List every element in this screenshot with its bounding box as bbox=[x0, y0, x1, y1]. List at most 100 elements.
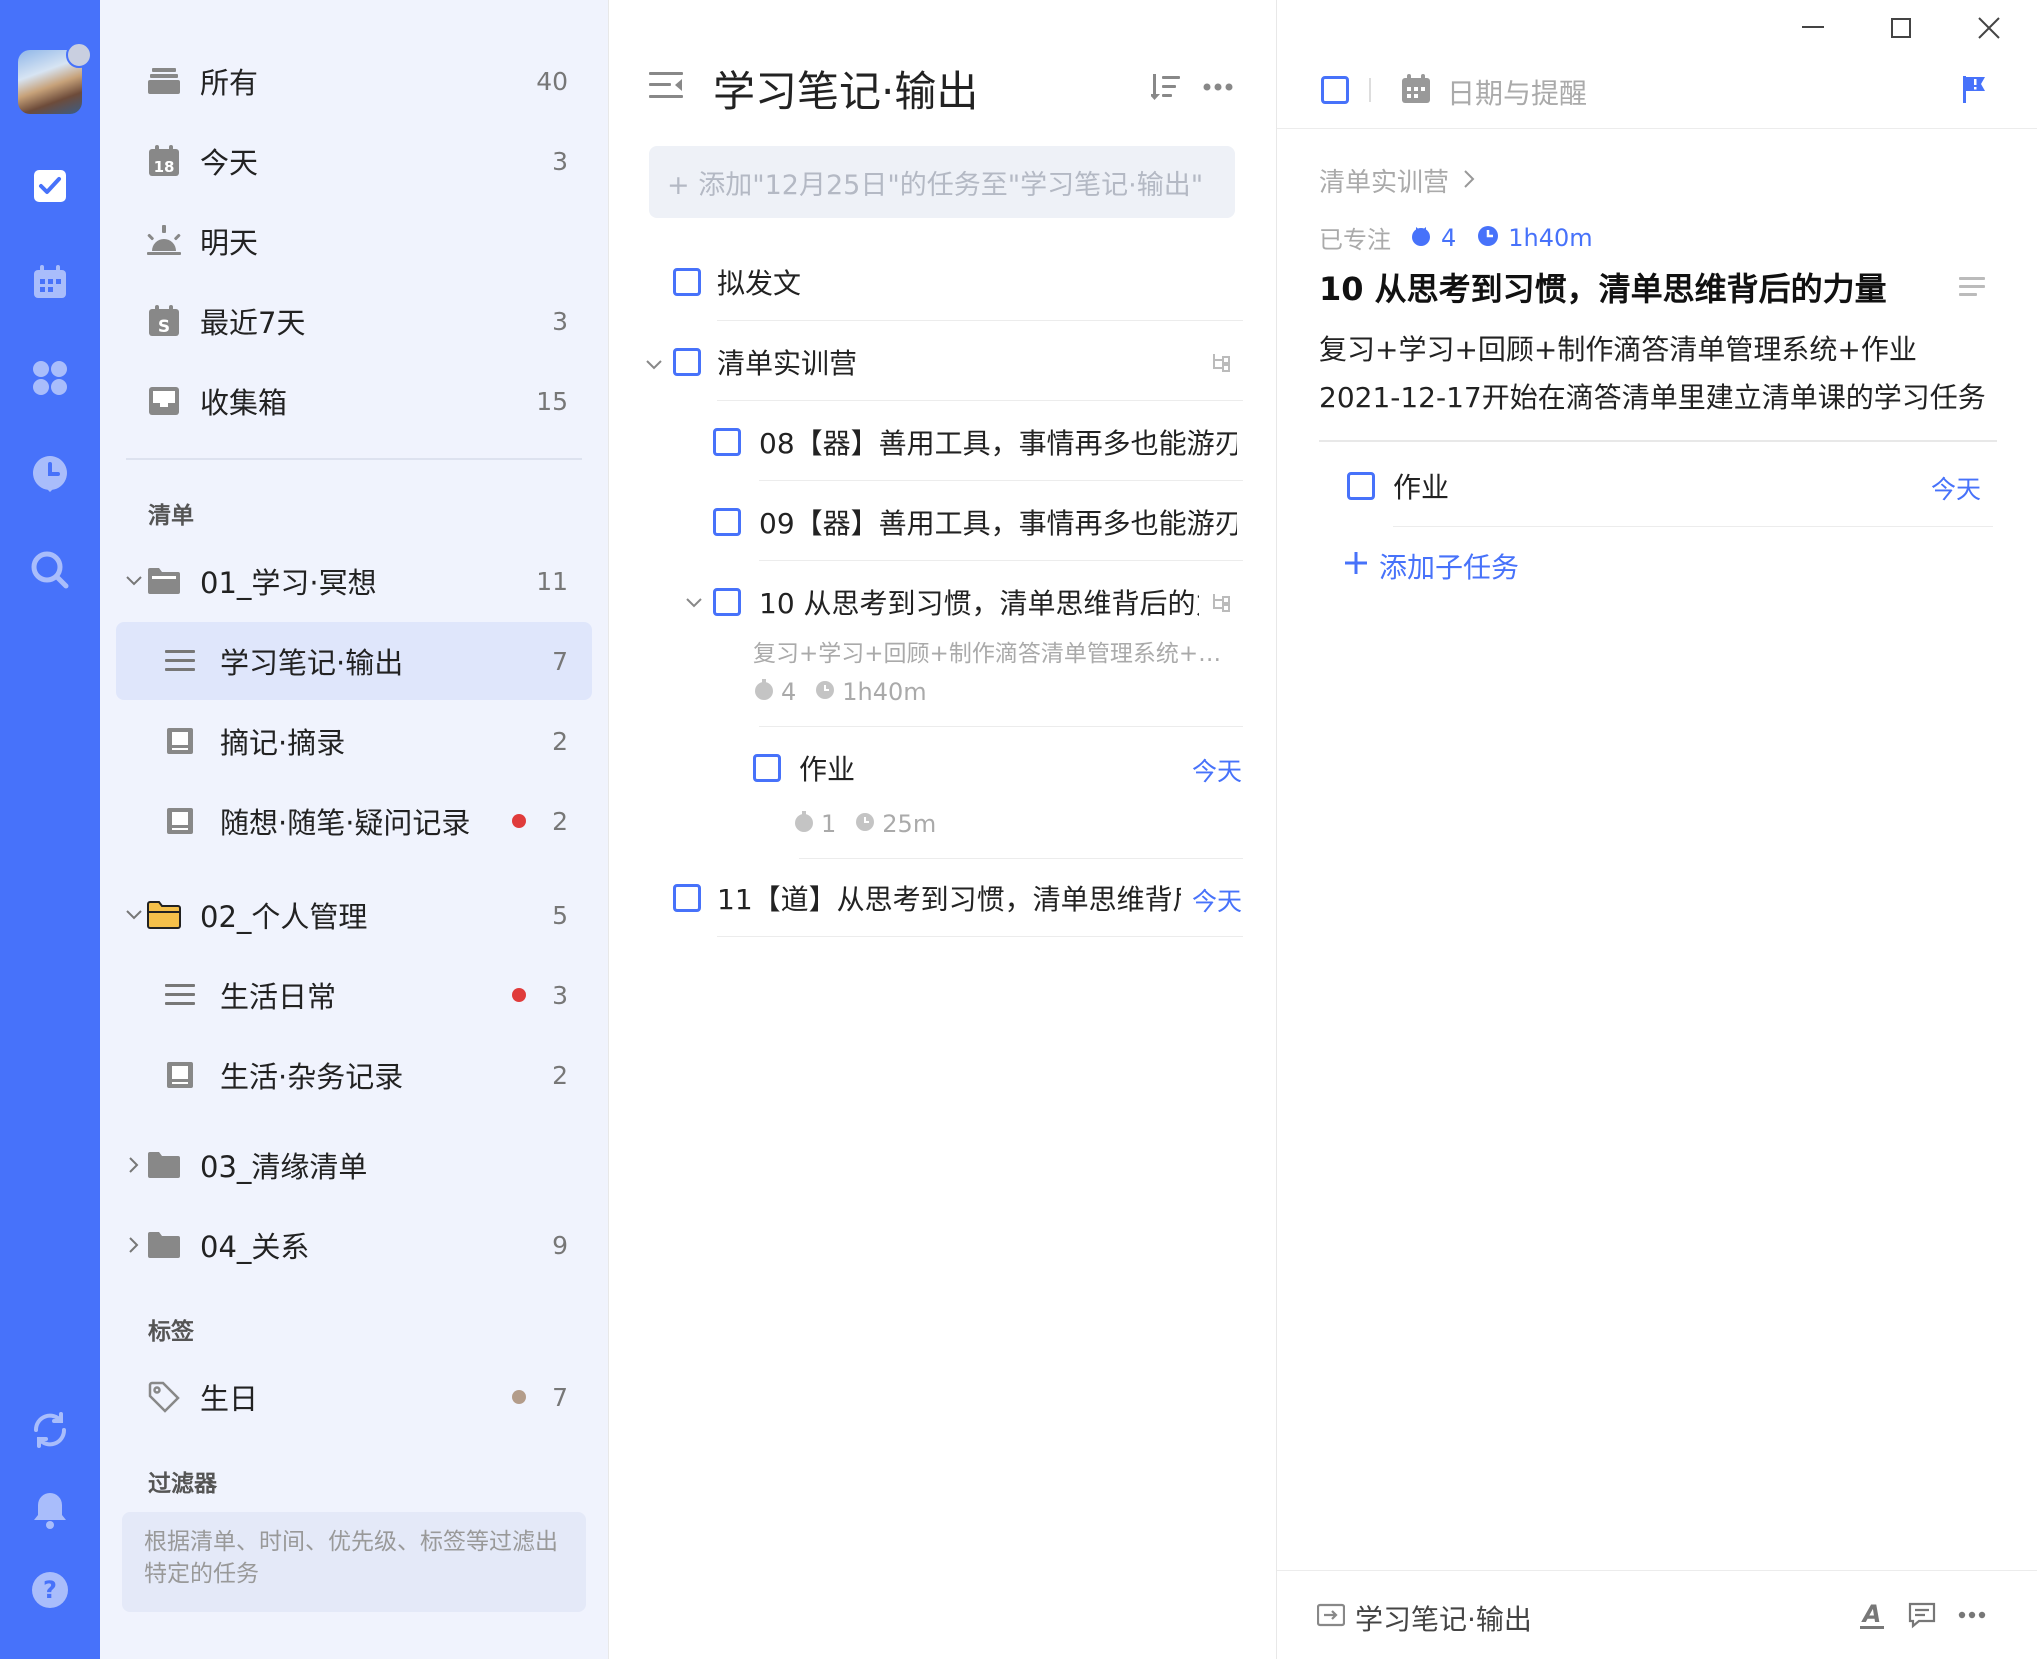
more-options-icon[interactable] bbox=[1201, 70, 1235, 104]
description-mode-icon[interactable] bbox=[1957, 272, 1987, 302]
smart-list-tomorrow[interactable]: 明天 bbox=[116, 202, 592, 280]
move-to-list-button[interactable]: 学习笔记·输出 bbox=[1316, 1598, 1532, 1638]
task-divider bbox=[799, 858, 1243, 859]
smart-list-today[interactable]: 18 今天 3 bbox=[116, 122, 592, 200]
smart-list-inbox[interactable]: 收集箱 15 bbox=[116, 362, 592, 440]
task-title[interactable]: 08【器】善用工具，事情再多也能游刃有余 bbox=[759, 422, 1237, 462]
priority-flag-icon[interactable] bbox=[1959, 72, 1989, 106]
task-title[interactable]: 作业 bbox=[799, 748, 1099, 788]
subtask-due-date[interactable]: 今天 bbox=[1931, 470, 1981, 506]
task-title[interactable]: 09【器】善用工具，事情再多也能游刃有余 bbox=[759, 502, 1237, 542]
smart-list-count: 3 bbox=[552, 306, 568, 336]
list-count: 2 bbox=[552, 1060, 568, 1090]
comment-icon[interactable] bbox=[1905, 1598, 1939, 1632]
chevron-down-icon[interactable] bbox=[122, 903, 146, 927]
chevron-right-icon[interactable] bbox=[122, 1153, 146, 1177]
pomodoro-count: 4 bbox=[1441, 223, 1457, 252]
add-task-input[interactable]: + 添加"12月25日"的任务至"学习笔记·输出" bbox=[649, 146, 1235, 218]
list-label: 生活·杂务记录 bbox=[220, 1060, 404, 1094]
subtask-checkbox[interactable] bbox=[1347, 472, 1375, 500]
task-title[interactable]: 清单实训营 bbox=[717, 342, 1187, 382]
maximize-icon[interactable] bbox=[1877, 8, 1925, 48]
folder-icon bbox=[146, 1147, 182, 1183]
more-options-icon[interactable] bbox=[1955, 1598, 1989, 1632]
task-title[interactable]: 11【道】从思考到习惯，清单思维背后的力量 bbox=[717, 878, 1181, 918]
svg-text:?: ? bbox=[43, 1576, 57, 1604]
sidebar: 所有 40 18 今天 3 明天 S 最近7天 3 收集箱 15 清单 01_学… bbox=[100, 0, 608, 1659]
folder-03[interactable]: 03_清缘清单 bbox=[116, 1126, 592, 1204]
list-item-chores[interactable]: 生活·杂务记录 2 bbox=[116, 1036, 592, 1114]
task-checkbox[interactable] bbox=[713, 428, 741, 456]
help-icon[interactable]: ? bbox=[22, 1562, 78, 1618]
task-complete-checkbox[interactable] bbox=[1321, 76, 1349, 104]
folder-04[interactable]: 04_关系 9 bbox=[116, 1206, 592, 1284]
due-date[interactable]: 今天 bbox=[1192, 752, 1242, 788]
tasks-nav-check-icon[interactable] bbox=[22, 158, 78, 214]
task-title[interactable]: 拟发文 bbox=[717, 262, 1237, 302]
folder-02[interactable]: 02_个人管理 5 bbox=[116, 876, 592, 954]
list-label: 学习笔记·输出 bbox=[220, 646, 404, 680]
breadcrumb-parent[interactable]: 清单实训营 bbox=[1319, 162, 1449, 199]
task-detail-panel: 日期与提醒 清单实训营 已专注 4 1h40m 10 从思考到习惯，清单思维背后… bbox=[1276, 0, 2037, 1659]
list-title: 学习笔记·输出 bbox=[713, 67, 979, 116]
task-description-line[interactable]: 复习+学习+回顾+制作滴答清单管理系统+作业 bbox=[1319, 328, 1917, 368]
smart-list-label: 最近7天 bbox=[200, 306, 306, 340]
smart-list-all[interactable]: 所有 40 bbox=[116, 42, 592, 120]
note-icon bbox=[162, 723, 198, 759]
task-checkbox[interactable] bbox=[673, 884, 701, 912]
clock-nav-icon[interactable] bbox=[22, 446, 78, 502]
list-item-daily-life[interactable]: 生活日常 3 bbox=[116, 956, 592, 1034]
collapse-sidebar-icon[interactable] bbox=[649, 68, 683, 102]
task-checkbox[interactable] bbox=[753, 754, 781, 782]
list-item-thoughts[interactable]: 随想·随笔·疑问记录 2 bbox=[116, 782, 592, 860]
filters-hint[interactable]: 根据清单、时间、优先级、标签等过滤出特定的任务 bbox=[122, 1512, 586, 1612]
tag-item-birthday[interactable]: 生日 7 bbox=[116, 1358, 592, 1436]
calendar-nav-icon[interactable] bbox=[22, 254, 78, 310]
bell-icon[interactable] bbox=[22, 1482, 78, 1538]
tag-color-dot bbox=[512, 1390, 526, 1404]
subtask-row-divider bbox=[1393, 526, 1993, 527]
task-divider bbox=[759, 480, 1243, 481]
filters-heading: 过滤器 bbox=[148, 1471, 217, 1497]
svg-text:18: 18 bbox=[154, 158, 175, 176]
smart-list-count: 3 bbox=[552, 146, 568, 176]
pomodoro-count: 4 bbox=[781, 678, 797, 706]
folder-label: 01_学习·冥想 bbox=[200, 566, 377, 600]
due-date[interactable]: 今天 bbox=[1192, 882, 1242, 918]
date-reminder-button[interactable]: 日期与提醒 bbox=[1447, 72, 1587, 112]
list-item-study-notes[interactable]: 学习笔记·输出 7 bbox=[116, 622, 592, 700]
task-checkbox[interactable] bbox=[713, 588, 741, 616]
smart-list-next7days[interactable]: S 最近7天 3 bbox=[116, 282, 592, 360]
task-checkbox[interactable] bbox=[673, 268, 701, 296]
task-checkbox[interactable] bbox=[713, 508, 741, 536]
task-checkbox[interactable] bbox=[673, 348, 701, 376]
minimize-icon[interactable] bbox=[1789, 8, 1837, 48]
folder-01[interactable]: 01_学习·冥想 11 bbox=[116, 542, 592, 620]
sync-icon[interactable] bbox=[22, 1402, 78, 1458]
close-icon[interactable] bbox=[1965, 8, 2013, 48]
task-description-line[interactable]: 2021-12-17开始在滴答清单里建立清单课的学习任务 bbox=[1319, 376, 1986, 416]
chevron-down-icon[interactable] bbox=[643, 354, 665, 376]
chevron-right-icon[interactable] bbox=[122, 1233, 146, 1257]
focus-duration: 1h40m bbox=[1508, 223, 1593, 252]
breadcrumb[interactable]: 清单实训营 bbox=[1319, 162, 1475, 199]
add-subtask-button[interactable]: 添加子任务 bbox=[1343, 546, 1519, 586]
subtask-title[interactable]: 作业 bbox=[1393, 466, 1449, 506]
chevron-down-icon[interactable] bbox=[683, 592, 705, 614]
plus-icon bbox=[1343, 550, 1369, 583]
folder-label: 03_清缘清单 bbox=[200, 1150, 368, 1184]
task-detail-title[interactable]: 10 从思考到习惯，清单思维背后的力量 bbox=[1319, 264, 1939, 310]
sort-icon[interactable] bbox=[1149, 70, 1183, 104]
smart-list-count: 40 bbox=[536, 66, 568, 96]
text-format-icon[interactable]: A bbox=[1855, 1598, 1889, 1632]
folder-yellow-icon bbox=[146, 897, 182, 933]
chevron-down-icon[interactable] bbox=[122, 569, 146, 593]
calendar-icon[interactable] bbox=[1399, 72, 1433, 106]
tags-heading: 标签 bbox=[148, 1319, 194, 1345]
list-item-excerpts[interactable]: 摘记·摘录 2 bbox=[116, 702, 592, 780]
grid-nav-icon[interactable] bbox=[22, 350, 78, 406]
list-icon bbox=[162, 643, 198, 679]
search-nav-icon[interactable] bbox=[22, 542, 78, 598]
smart-list-label: 明天 bbox=[200, 226, 259, 260]
task-title[interactable]: 10 从思考到习惯，清单思维背后的力量 bbox=[759, 582, 1199, 622]
